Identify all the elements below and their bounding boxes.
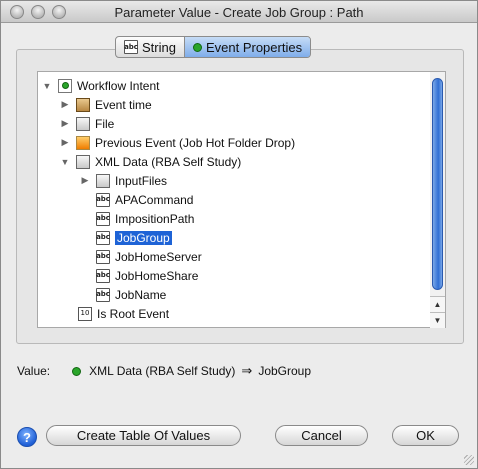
file-icon [76, 116, 90, 131]
disclosure-expanded-icon[interactable]: ▼ [42, 81, 52, 91]
tree-node-label: APACommand [115, 192, 194, 207]
window-title: Parameter Value - Create Job Group : Pat… [114, 5, 364, 20]
tree-node-label-selected: JobGroup [115, 230, 172, 245]
abc-icon: abc [96, 192, 110, 207]
tab-bar: abc String Event Properties [115, 36, 312, 58]
tab-string[interactable]: abc String [116, 37, 184, 57]
event-icon [76, 135, 90, 150]
scroll-down-arrow-icon[interactable]: ▼ [430, 312, 445, 328]
boolean-icon: 10 [78, 306, 92, 321]
tab-event-properties[interactable]: Event Properties [183, 37, 311, 57]
tree-scrollbar[interactable]: ▲ ▼ [430, 71, 446, 328]
xml-folder-icon [76, 154, 90, 169]
ok-button[interactable]: OK [392, 425, 459, 446]
disclosure-collapsed-icon[interactable]: ▶ [60, 118, 70, 129]
disclosure-collapsed-icon[interactable]: ▶ [60, 137, 70, 148]
resize-grip-icon[interactable] [464, 455, 474, 465]
tree-node-apacommand[interactable]: abc APACommand [96, 190, 193, 209]
tree-node-label: File [95, 116, 115, 131]
tree-node-jobgroup[interactable]: abc JobGroup [96, 228, 172, 247]
tree-node-jobhomeserver[interactable]: abc JobHomeServer [96, 247, 202, 266]
tree-node-label: JobName [115, 287, 167, 302]
abc-icon: abc [96, 268, 110, 283]
tree-node-is-root-event[interactable]: 10 Is Root Event [78, 304, 169, 323]
abc-icon: abc [124, 40, 138, 54]
tree-node-label: Event time [95, 97, 152, 112]
title-bar[interactable]: Parameter Value - Create Job Group : Pat… [1, 1, 477, 23]
disclosure-collapsed-icon[interactable]: ▶ [80, 175, 90, 186]
tree-node-label: Previous Event (Job Hot Folder Drop) [95, 135, 296, 150]
tab-string-label: String [142, 39, 176, 55]
tree-node-label: ImpositionPath [115, 211, 195, 226]
arrow-right-icon: ⇒ [241, 363, 253, 379]
tree-node-workflow-intent[interactable]: ▼ Workflow Intent [42, 76, 159, 95]
workflow-icon [58, 78, 72, 93]
tree-node-label: XML Data (RBA Self Study) [95, 154, 242, 169]
tree-node-jobname[interactable]: abc JobName [96, 285, 166, 304]
scroll-up-arrow-icon[interactable]: ▲ [430, 296, 445, 312]
abc-icon: abc [96, 211, 110, 226]
abc-icon: abc [96, 287, 110, 302]
value-summary: Value: XML Data (RBA Self Study) ⇒ JobGr… [17, 362, 311, 380]
tree-node-event-time[interactable]: ▶ Event time [60, 95, 152, 114]
tree-node-jobhomeshare[interactable]: abc JobHomeShare [96, 266, 198, 285]
green-check-icon [192, 42, 202, 52]
green-check-icon [72, 366, 82, 376]
abc-icon: abc [96, 249, 110, 264]
tree-node-label: Is Root Event [97, 306, 170, 321]
property-tree[interactable]: ▼ Workflow Intent ▶ Event time ▶ File ▶ … [37, 71, 431, 328]
help-button[interactable]: ? [17, 427, 37, 447]
abc-icon: abc [96, 230, 110, 245]
value-field: JobGroup [258, 364, 312, 378]
tree-node-label: JobHomeShare [115, 268, 199, 283]
folder-icon [96, 173, 110, 188]
tree-node-label: InputFiles [115, 173, 168, 188]
value-label: Value: [17, 364, 51, 378]
scrollbar-thumb[interactable] [432, 78, 443, 290]
dialog-window: Parameter Value - Create Job Group : Pat… [0, 0, 478, 469]
tab-event-properties-label: Event Properties [205, 39, 303, 55]
tree-node-previous-event[interactable]: ▶ Previous Event (Job Hot Folder Drop) [60, 133, 295, 152]
value-source: XML Data (RBA Self Study) [89, 364, 236, 378]
tree-node-impositionpath[interactable]: abc ImpositionPath [96, 209, 194, 228]
disclosure-expanded-icon[interactable]: ▼ [60, 157, 70, 167]
cancel-button[interactable]: Cancel [275, 425, 368, 446]
tree-node-input-files[interactable]: ▶ InputFiles [80, 171, 167, 190]
tree-node-xml-data[interactable]: ▼ XML Data (RBA Self Study) [60, 152, 241, 171]
create-table-of-values-button[interactable]: Create Table Of Values [46, 425, 241, 446]
tree-node-label: JobHomeServer [115, 249, 202, 264]
disclosure-collapsed-icon[interactable]: ▶ [60, 99, 70, 110]
calendar-icon [76, 97, 90, 112]
tree-node-file[interactable]: ▶ File [60, 114, 114, 133]
tree-node-label: Workflow Intent [77, 78, 160, 93]
